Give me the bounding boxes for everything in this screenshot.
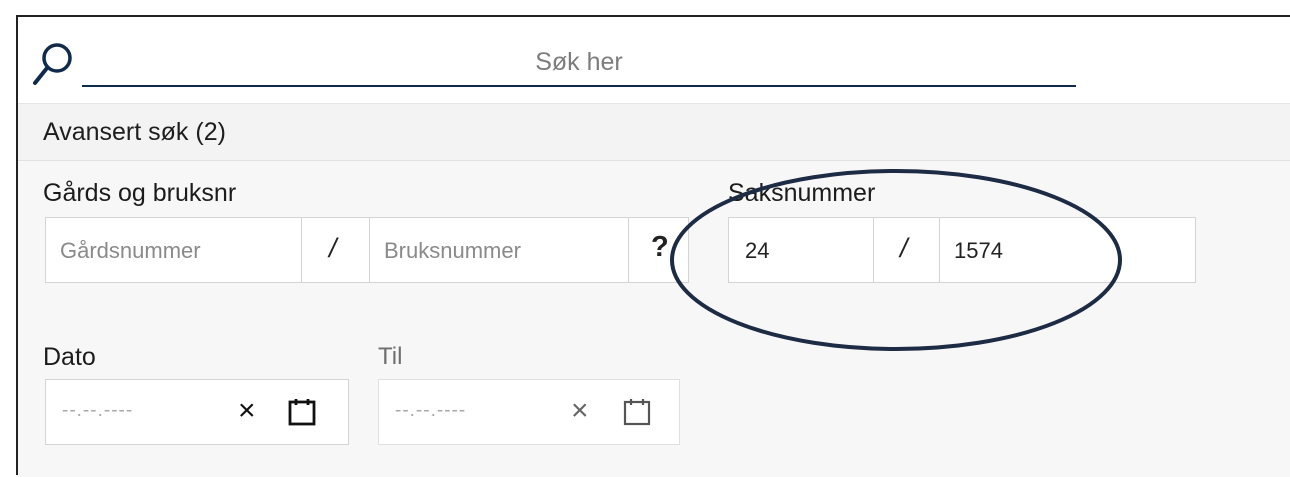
saksnummer-label: Saksnummer [728,179,876,207]
gnr-bnr-label: Gårds og bruksnr [43,179,237,207]
gnr-bnr-separator: / [301,218,369,282]
saksnummer-field: 24 / 1574 [728,217,1196,283]
help-button[interactable]: ? [628,218,688,282]
search-icon[interactable] [30,39,76,89]
bruksnummer-input[interactable]: Bruksnummer [369,218,628,282]
til-input[interactable]: --.--.---- × [378,379,680,445]
saksnummer-year-input[interactable]: 24 [729,218,873,282]
search-panel: Avansert søk (2) Gårds og bruksnr Gårdsn… [16,15,1290,477]
clear-icon[interactable]: × [571,394,589,428]
advanced-search-panel: Gårds og bruksnr Gårdsnummer / Bruksnumm… [18,161,1290,477]
gardsnummer-input[interactable]: Gårdsnummer [46,218,301,282]
saksnummer-number-input[interactable]: 1574 [939,218,1195,282]
calendar-icon[interactable] [288,398,316,426]
dato-input[interactable]: --.--.---- × [45,379,349,445]
til-placeholder: --.--.---- [395,400,467,421]
help-icon: ? [651,231,669,263]
advanced-search-header[interactable]: Avansert søk (2) [18,103,1290,161]
dato-placeholder: --.--.---- [62,400,134,421]
gardsnummer-placeholder: Gårdsnummer [60,238,201,263]
dato-label: Dato [43,343,96,371]
gnr-bnr-field: Gårdsnummer / Bruksnummer ? [45,217,689,283]
search-input[interactable] [82,39,1076,87]
til-label: Til [378,343,403,370]
gnr-bnr-slash: / [329,233,337,263]
advanced-search-title: Avansert søk (2) [43,118,226,146]
saksnummer-separator: / [873,218,939,282]
saksnummer-number-value: 1574 [954,238,1003,263]
calendar-icon[interactable] [623,398,651,426]
saksnummer-slash: / [900,233,908,263]
saksnummer-year-value: 24 [745,238,770,263]
bruksnummer-placeholder: Bruksnummer [384,238,521,263]
clear-icon[interactable]: × [238,394,256,428]
search-bar [18,17,1290,103]
